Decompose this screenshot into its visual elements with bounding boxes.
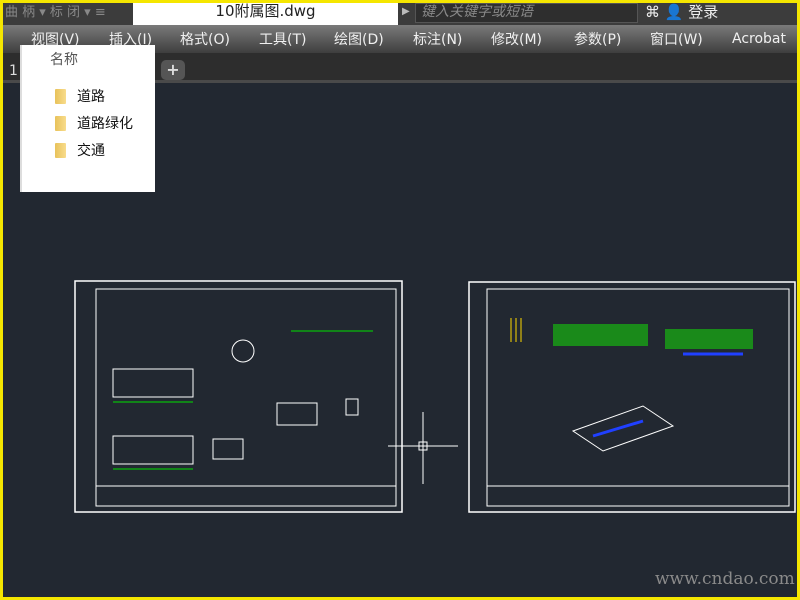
folder-item[interactable]: 道路绿化 <box>55 113 133 133</box>
expand-arrow-icon[interactable]: ▶ <box>402 6 410 17</box>
title-bar: 曲 柄 ▾ 标 闭 ▾ ≡ 10附属图.dwg ▶ 键入关键字或短语 ⌘ 👤 登… <box>3 3 797 25</box>
user-icon: 👤 <box>664 3 684 21</box>
document-title: 10附属图.dwg <box>133 3 398 25</box>
login-button[interactable]: ⌘ 👤 登录 <box>645 3 718 21</box>
greenery-fill <box>553 324 648 346</box>
quick-access-toolbar[interactable]: 曲 柄 ▾ 标 闭 ▾ ≡ <box>5 3 106 23</box>
new-tab-button[interactable]: + <box>161 60 185 80</box>
folder-icon <box>55 115 66 131</box>
binoculars-icon[interactable]: ⌘ <box>645 3 660 21</box>
menu-parametric[interactable]: 参数(P) <box>574 29 621 49</box>
menu-window[interactable]: 窗口(W) <box>650 29 703 49</box>
menu-modify[interactable]: 修改(M) <box>491 29 542 49</box>
folder-item[interactable]: 道路 <box>55 86 105 106</box>
menu-format[interactable]: 格式(O) <box>180 29 230 49</box>
login-label: 登录 <box>688 3 719 21</box>
search-input[interactable]: 键入关键字或短语 <box>415 3 638 23</box>
folder-item[interactable]: 交通 <box>55 140 105 160</box>
menu-dimension[interactable]: 标注(N) <box>413 29 462 49</box>
folder-icon <box>55 142 66 158</box>
drawing-sheet-right <box>468 281 796 513</box>
folder-label: 交通 <box>77 143 105 159</box>
watermark: www.cndao.com <box>655 569 795 589</box>
greenery-fill <box>665 329 753 349</box>
file-tab[interactable]: 1 <box>9 63 18 79</box>
column-header-name[interactable]: 名称 <box>50 49 78 69</box>
folder-icon <box>55 88 66 104</box>
folder-label: 道路绿化 <box>77 116 133 132</box>
cad-window: 曲 柄 ▾ 标 闭 ▾ ≡ 10附属图.dwg ▶ 键入关键字或短语 ⌘ 👤 登… <box>3 3 797 597</box>
folder-popup: 名称 道路 道路绿化 交通 <box>20 45 155 192</box>
menu-acrobat[interactable]: Acrobat <box>732 31 786 47</box>
folder-label: 道路 <box>77 89 105 105</box>
menu-draw[interactable]: 绘图(D) <box>334 29 384 49</box>
drawing-sheet-left <box>74 280 458 513</box>
menu-tools[interactable]: 工具(T) <box>259 29 306 49</box>
